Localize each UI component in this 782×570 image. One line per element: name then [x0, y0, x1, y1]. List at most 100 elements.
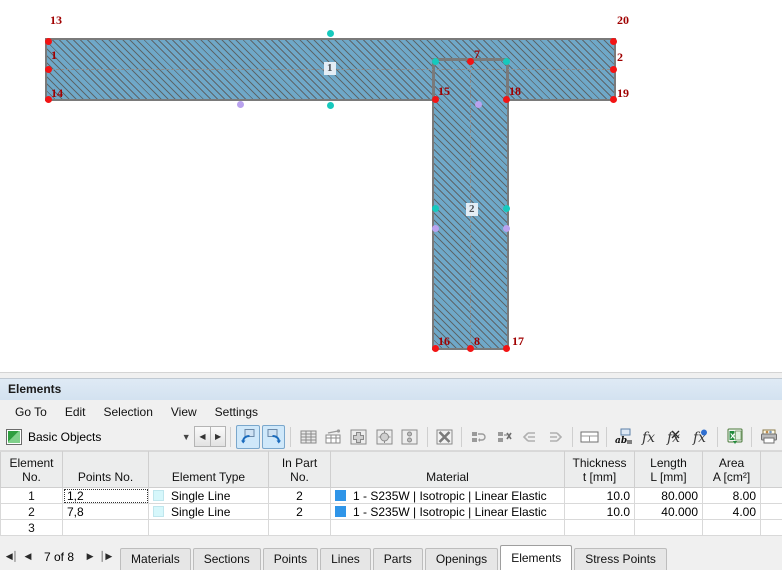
move-row-icon[interactable] — [467, 425, 490, 449]
cell-element-no[interactable]: 1 — [0, 487, 63, 504]
cell-length[interactable]: 40.000 — [634, 503, 703, 520]
selection-handle[interactable] — [502, 204, 510, 212]
elements-table[interactable]: Element No. Points No. Element Type In P… — [0, 451, 782, 536]
selection-handle[interactable] — [474, 100, 482, 108]
next-page-button[interactable]: ▶ — [82, 551, 98, 562]
object-filter-dropdown[interactable]: Basic Objects ▼ — [4, 425, 196, 448]
selection-handle[interactable] — [236, 100, 244, 108]
tab-points[interactable]: Points — [262, 548, 319, 570]
menu-settings[interactable]: Settings — [206, 402, 267, 422]
cell-material[interactable]: 1 - S235W | Isotropic | Linear Elastic — [330, 487, 565, 504]
col-element-no[interactable]: Element No. — [0, 451, 63, 488]
cell-options[interactable] — [760, 503, 782, 520]
cell-points-no[interactable]: 7,8 — [62, 503, 149, 520]
table-row[interactable]: 2 7,8 Single Line 2 1 - S235W | Isotropi… — [0, 503, 782, 520]
menu-view[interactable]: View — [162, 402, 206, 422]
col-length[interactable]: Length L [mm] — [634, 451, 703, 488]
cell-length[interactable]: 80.000 — [634, 487, 703, 504]
cell-in-part-no[interactable] — [268, 519, 331, 536]
selection-handle[interactable] — [502, 57, 510, 65]
node-marker[interactable] — [44, 65, 52, 73]
cell-area[interactable]: 4.00 — [702, 503, 761, 520]
cell-material[interactable]: 1 - S235W | Isotropic | Linear Elastic — [330, 503, 565, 520]
cell-thickness[interactable]: 10.0 — [564, 503, 635, 520]
cell-thickness[interactable]: 10.0 — [564, 487, 635, 504]
export-excel-icon[interactable]: X — [723, 425, 746, 449]
last-page-button[interactable]: │▶ — [98, 551, 114, 562]
redo-icon[interactable] — [261, 424, 286, 449]
cell-element-type[interactable]: Single Line — [148, 487, 269, 504]
undo-icon[interactable] — [236, 424, 260, 449]
cell-options[interactable] — [760, 487, 782, 504]
tab-elements[interactable]: Elements — [500, 545, 573, 570]
first-page-button[interactable]: ◀│ — [4, 551, 20, 562]
tab-parts[interactable]: Parts — [372, 548, 423, 570]
menu-selection[interactable]: Selection — [95, 402, 162, 422]
selection-handle[interactable] — [431, 204, 439, 212]
copy-row-icon[interactable] — [492, 425, 515, 449]
cell-element-no[interactable]: 2 — [0, 503, 63, 520]
clear-table-icon[interactable] — [433, 425, 456, 449]
table-row[interactable]: 3 — [0, 519, 782, 536]
col-area[interactable]: Area A [cm²] — [702, 451, 761, 488]
prev-table-button[interactable]: ◀ — [194, 426, 211, 447]
cell-options[interactable] — [760, 519, 782, 536]
node-marker[interactable] — [609, 95, 617, 103]
selection-handle[interactable] — [502, 224, 510, 232]
cad-model-viewport[interactable]: 1 2 13 20 14 19 1 2 7 15 18 16 8 17 — [0, 0, 782, 378]
chevron-down-icon[interactable]: ▼ — [177, 432, 195, 442]
tab-materials[interactable]: Materials — [120, 548, 191, 570]
prev-page-button[interactable]: ◀ — [20, 551, 36, 562]
cell-thickness[interactable] — [564, 519, 635, 536]
cell-material[interactable] — [330, 519, 565, 536]
node-marker[interactable] — [502, 344, 510, 352]
cell-points-no[interactable]: 1,2 — [62, 487, 149, 504]
cell-in-part-no[interactable]: 2 — [268, 487, 331, 504]
selection-handle[interactable] — [431, 224, 439, 232]
insert-row-icon[interactable] — [322, 425, 345, 449]
menu-edit[interactable]: Edit — [56, 402, 95, 422]
node-marker[interactable] — [466, 57, 474, 65]
delete-formula-icon[interactable]: fx — [663, 425, 686, 449]
indent-right-icon[interactable] — [543, 425, 566, 449]
cell-element-type[interactable] — [148, 519, 269, 536]
cell-area[interactable]: 8.00 — [702, 487, 761, 504]
table-row[interactable]: 1 1,2 Single Line 2 1 - S235W | Isotropi… — [0, 487, 782, 504]
selection-handle[interactable] — [431, 57, 439, 65]
table-layout-icon[interactable] — [578, 425, 601, 449]
col-material[interactable]: Material — [330, 451, 565, 488]
col-element-type[interactable]: Element Type — [148, 451, 269, 488]
tab-stress-points[interactable]: Stress Points — [574, 548, 667, 570]
selection-handle[interactable] — [326, 29, 334, 37]
next-table-button[interactable]: ▶ — [209, 426, 227, 447]
cell-in-part-no[interactable]: 2 — [268, 503, 331, 520]
split-row-icon[interactable] — [398, 425, 421, 449]
node-marker[interactable] — [609, 65, 617, 73]
cell-length[interactable] — [634, 519, 703, 536]
cell-element-no[interactable]: 3 — [0, 519, 63, 536]
cell-area[interactable] — [702, 519, 761, 536]
cell-points-no[interactable] — [62, 519, 149, 536]
node-marker[interactable] — [609, 37, 617, 45]
col-options[interactable]: Options — [760, 451, 782, 488]
node-marker[interactable] — [466, 344, 474, 352]
rename-ab-icon[interactable]: ab — [612, 425, 635, 449]
page-indicator: 7 of 8 — [44, 549, 75, 564]
table-grid-icon[interactable] — [296, 425, 319, 449]
tab-lines[interactable]: Lines — [320, 548, 371, 570]
add-row-icon[interactable] — [347, 425, 370, 449]
col-points-no[interactable]: Points No. — [62, 451, 149, 488]
printer-icon[interactable] — [757, 425, 780, 449]
col-in-part-no[interactable]: In Part No. — [268, 451, 331, 488]
tab-openings[interactable]: Openings — [424, 548, 499, 570]
node-marker[interactable] — [44, 37, 52, 45]
cell-element-type[interactable]: Single Line — [148, 503, 269, 520]
menu-goto[interactable]: Go To — [6, 402, 56, 422]
tab-sections[interactable]: Sections — [192, 548, 261, 570]
selection-handle[interactable] — [326, 101, 334, 109]
col-thickness[interactable]: Thickness t [mm] — [564, 451, 635, 488]
delete-row-icon[interactable] — [373, 425, 396, 449]
view-formula-icon[interactable]: fx — [689, 425, 712, 449]
indent-left-icon[interactable] — [518, 425, 541, 449]
formula-fx-icon[interactable]: fx — [638, 425, 661, 449]
